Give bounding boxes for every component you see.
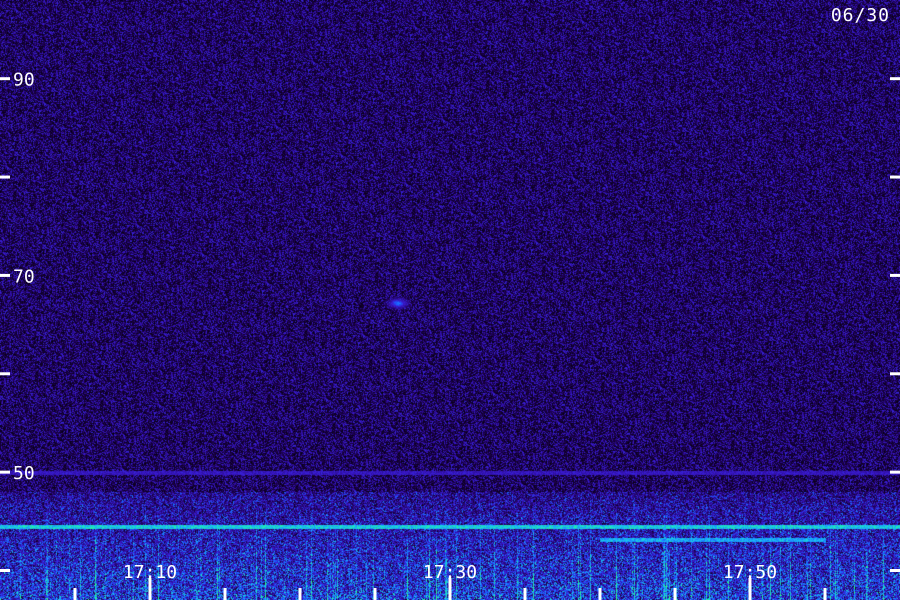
y-tick-label: 50 [13, 463, 35, 484]
date-label: 06/30 [830, 5, 890, 26]
x-tick-label: 17:30 [423, 562, 477, 583]
x-tick-label: 17:10 [123, 562, 177, 583]
y-tick-label: 70 [13, 266, 35, 287]
y-tick-label: 90 [13, 70, 35, 91]
y-axis: 90 70 50 [0, 70, 900, 572]
x-tick-label: 17:50 [723, 562, 777, 583]
spectrogram-axes: 90 70 50 17:10 17:30 17:50 [0, 70, 900, 600]
x-axis: 17:10 17:30 17:50 [73, 562, 827, 600]
